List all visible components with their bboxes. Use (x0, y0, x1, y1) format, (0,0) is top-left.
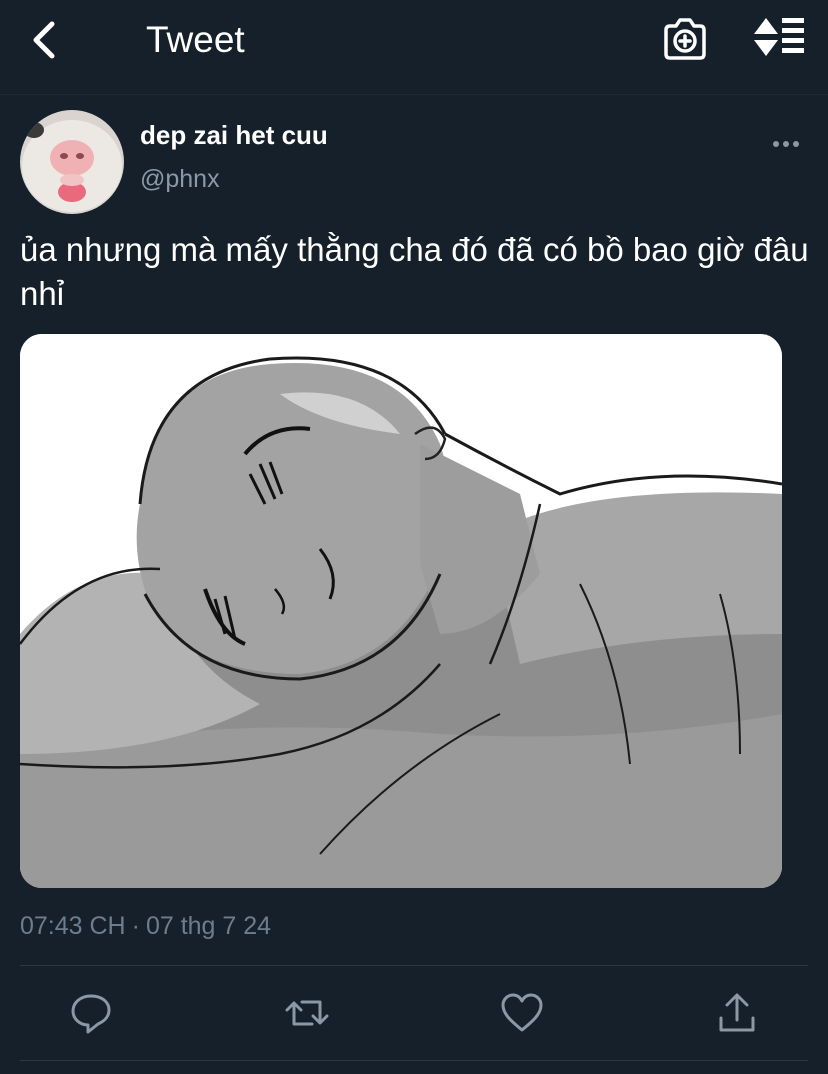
hamster-avatar-image (20, 110, 124, 214)
avatar[interactable] (20, 110, 124, 214)
timestamp-separator: · (131, 912, 140, 940)
camera-button[interactable] (660, 16, 710, 62)
user-handle[interactable]: @phnx (140, 162, 220, 196)
top-bar: Tweet (0, 0, 828, 95)
bottom-divider (20, 1060, 808, 1061)
camera-plus-icon (664, 18, 706, 60)
more-dots-icon (773, 141, 799, 147)
share-icon (719, 993, 755, 1032)
chevron-left-icon (33, 21, 55, 59)
share-button[interactable] (712, 988, 762, 1038)
tweet-media-image[interactable] (20, 334, 782, 888)
tweet-time: 07:43 CH (20, 912, 126, 940)
like-icon (501, 993, 543, 1032)
page-title: Tweet (146, 19, 245, 60)
sort-list-icon (754, 18, 804, 56)
like-button[interactable] (497, 988, 547, 1038)
reply-icon (71, 994, 111, 1034)
tweet-date: 07 thg 7 24 (145, 912, 272, 940)
sketch-illustration (20, 334, 782, 888)
tweet-text: ủa nhưng mà mấy thằng cha đó đã có bồ ba… (20, 231, 809, 312)
tweet-timestamp: 07:43 CH · 07 thg 7 24 (20, 906, 271, 946)
retweet-icon (285, 1000, 329, 1026)
sort-button[interactable] (750, 16, 810, 62)
reply-button[interactable] (66, 988, 116, 1038)
back-button[interactable] (24, 18, 68, 62)
display-name[interactable]: dep zai het cuu (140, 118, 328, 152)
more-options-button[interactable] (766, 128, 806, 160)
retweet-button[interactable] (282, 988, 332, 1038)
divider (20, 965, 808, 966)
tweet-detail-screen: Tweet dep zai het cuu @phnx ủa nhưng mà … (0, 0, 828, 1074)
